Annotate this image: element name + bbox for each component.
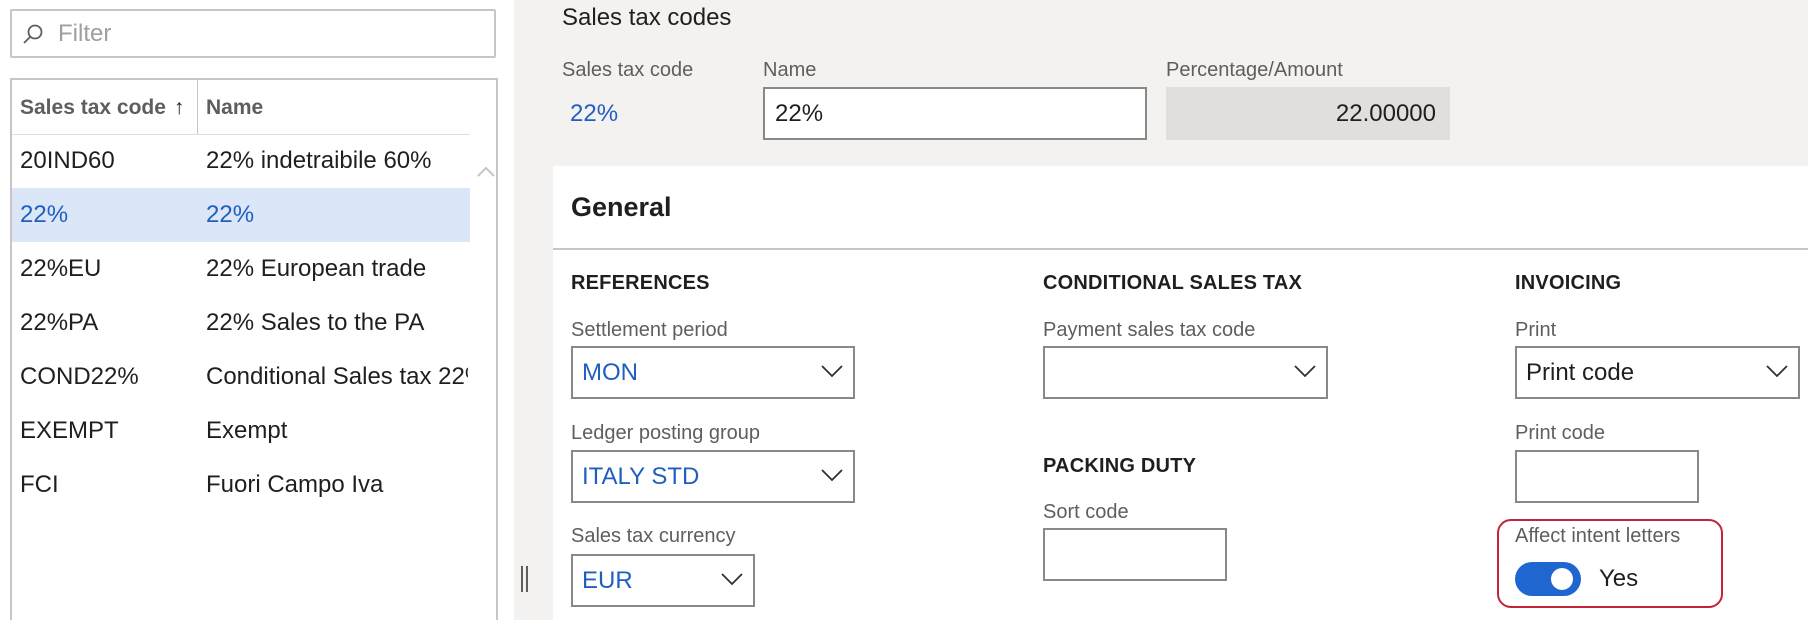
ledger-posting-group-label: Ledger posting group <box>571 422 761 444</box>
sales-tax-code-field: 22% <box>562 87 746 140</box>
cell-name: Fuori Campo Iva <box>206 471 384 498</box>
packing-duty-section-title: PACKING DUTY <box>1043 455 1197 477</box>
chevron-down-icon <box>821 365 843 378</box>
print-code-label: Print code <box>1515 422 1606 444</box>
list-pane: Sales tax code ↑ Name 20IND60 22% indetra… <box>0 0 514 620</box>
page-title: Sales tax codes <box>562 4 732 31</box>
cell-sales-tax-code: 22%PA <box>20 309 99 336</box>
sort-code-input[interactable] <box>1043 528 1227 581</box>
general-title: General <box>571 192 672 222</box>
table-row[interactable]: 20IND60 22% indetraibile 60% <box>12 134 470 188</box>
conditional-sales-tax-section-title: CONDITIONAL SALES TAX <box>1043 272 1303 294</box>
settlement-period-dropdown[interactable]: MON <box>571 346 855 399</box>
table-row[interactable]: COND22% Conditional Sales tax 22% <box>12 350 470 404</box>
print-dropdown[interactable]: Print code <box>1515 346 1800 399</box>
affect-intent-letters-value: Yes <box>1599 565 1639 592</box>
table-row[interactable]: EXEMPT Exempt <box>12 404 470 458</box>
affect-intent-letters-toggle[interactable] <box>1515 562 1581 596</box>
sales-tax-currency-value: EUR <box>582 567 633 594</box>
ledger-posting-group-value: ITALY STD <box>582 463 700 490</box>
table-row-selected[interactable]: 22% 22% <box>12 188 470 242</box>
print-code-input[interactable] <box>1515 450 1699 503</box>
table-row[interactable]: 22%PA 22% Sales to the PA <box>12 296 470 350</box>
cell-name: Exempt <box>206 417 288 444</box>
print-label: Print <box>1515 319 1557 341</box>
chevron-down-icon <box>821 469 843 482</box>
sales-tax-code-grid: Sales tax code ↑ Name 20IND60 22% indetra… <box>10 78 498 620</box>
cell-sales-tax-code: 20IND60 <box>20 147 115 174</box>
column-header-sales-tax-code[interactable]: Sales tax code ↑ <box>12 80 198 134</box>
percentage-amount-label: Percentage/Amount <box>1166 59 1343 81</box>
cell-name: 22% indetraibile 60% <box>206 147 432 174</box>
filter-input[interactable] <box>56 17 480 51</box>
cell-sales-tax-code: EXEMPT <box>20 417 119 444</box>
cell-sales-tax-code: FCI <box>20 471 59 498</box>
invoicing-section-title: INVOICING <box>1515 272 1622 294</box>
cell-name: 22% <box>206 201 255 228</box>
payment-sales-tax-code-label: Payment sales tax code <box>1043 319 1256 341</box>
search-icon <box>23 24 43 44</box>
column-header-name[interactable]: Name <box>198 80 468 134</box>
cell-name: Conditional Sales tax 22% <box>206 363 468 390</box>
column-header-label: Sales tax code <box>20 96 166 119</box>
chevron-down-icon <box>1294 365 1316 378</box>
sales-tax-currency-dropdown[interactable]: EUR <box>571 554 755 607</box>
column-header-label: Name <box>206 96 264 119</box>
sales-tax-code-label: Sales tax code <box>562 59 694 81</box>
affect-intent-letters-label: Affect intent letters <box>1515 525 1681 547</box>
cell-sales-tax-code: 22% <box>20 201 69 228</box>
cell-sales-tax-code: 22%EU <box>20 255 102 282</box>
sort-ascending-icon: ↑ <box>173 96 185 119</box>
cell-name: 22% European trade <box>206 255 427 282</box>
grid-rows: 20IND60 22% indetraibile 60% 22% 22% 22%… <box>12 134 470 512</box>
print-value: Print code <box>1526 359 1635 386</box>
filter-box[interactable] <box>10 9 496 58</box>
table-row[interactable]: FCI Fuori Campo Iva <box>12 458 470 512</box>
pane-splitter-handle[interactable] <box>521 566 529 592</box>
sales-tax-currency-label: Sales tax currency <box>571 525 736 547</box>
grid-header: Sales tax code ↑ Name <box>12 80 470 135</box>
table-row[interactable]: 22%EU 22% European trade <box>12 242 470 296</box>
settlement-period-label: Settlement period <box>571 319 728 341</box>
percentage-amount-field: 22.00000 <box>1166 87 1450 140</box>
toggle-knob <box>1551 568 1573 590</box>
references-section-title: REFERENCES <box>571 272 710 294</box>
chevron-down-icon <box>1766 365 1788 378</box>
scroll-up-icon[interactable] <box>476 162 496 182</box>
cell-name: 22% Sales to the PA <box>206 309 425 336</box>
name-label: Name <box>763 59 817 81</box>
chevron-down-icon <box>721 573 743 586</box>
name-input[interactable]: 22% <box>763 87 1147 140</box>
sort-code-label: Sort code <box>1043 501 1129 523</box>
ledger-posting-group-dropdown[interactable]: ITALY STD <box>571 450 855 503</box>
general-fasttab-header[interactable]: General <box>553 166 1808 250</box>
payment-sales-tax-code-dropdown[interactable] <box>1043 346 1328 399</box>
cell-sales-tax-code: COND22% <box>20 363 139 390</box>
settlement-period-value: MON <box>582 359 638 386</box>
